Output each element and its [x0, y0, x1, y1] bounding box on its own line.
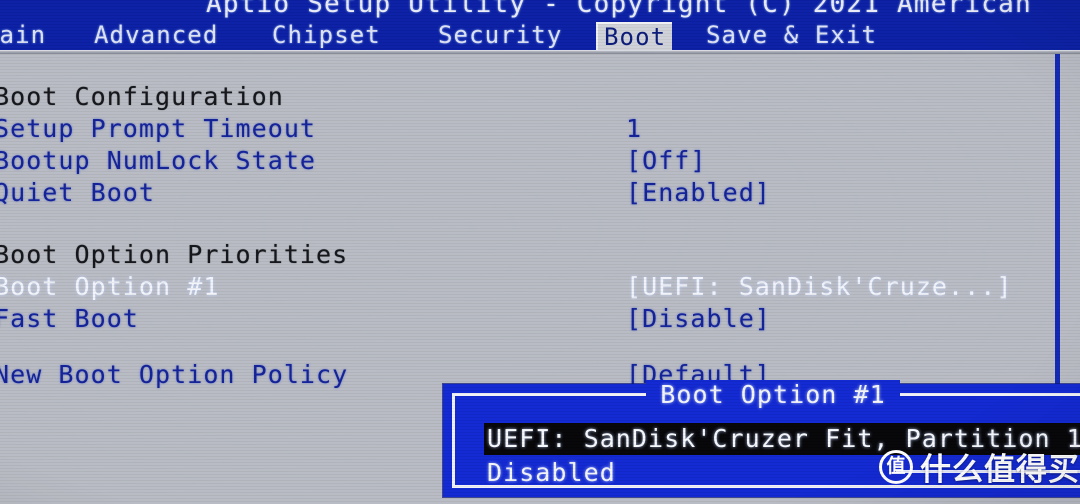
tab-main[interactable]: Main: [0, 22, 52, 50]
dialog-option-disabled[interactable]: Disabled: [487, 458, 616, 487]
row-label: Quiet Boot: [0, 178, 156, 207]
tab-save-exit[interactable]: Save & Exit: [700, 22, 883, 50]
section-label: Boot Option Priorities: [0, 240, 349, 269]
row-value[interactable]: [Off]: [626, 146, 707, 175]
dialog-title: Boot Option #1: [646, 379, 900, 409]
row-label: Bootup NumLock State: [0, 146, 317, 175]
dialog-title-wrap: Boot Option #1: [455, 379, 1080, 411]
tab-advanced[interactable]: Advanced: [88, 22, 224, 50]
dialog-option-uefi-sandisk[interactable]: UEFI: SanDisk'Cruzer Fit, Partition 1: [487, 424, 1080, 453]
row-value[interactable]: 1: [626, 114, 642, 143]
row-label: New Boot Option Policy: [0, 360, 349, 389]
row-value[interactable]: [Disable]: [626, 304, 771, 333]
tab-chipset[interactable]: Chipset: [266, 22, 387, 50]
row-label: Fast Boot: [0, 304, 139, 333]
bios-title-bar: Aptio Setup Utility - Copyright (C) 2021…: [0, 0, 1080, 20]
row-label: Setup Prompt Timeout: [0, 114, 317, 143]
boot-option-1-dialog[interactable]: Boot Option #1 UEFI: SanDisk'Cruzer Fit,…: [443, 379, 1080, 497]
section-label: Boot Configuration: [0, 82, 284, 111]
tab-security[interactable]: Security: [432, 22, 568, 50]
row-value[interactable]: [UEFI: SanDisk'Cruze...]: [626, 272, 1012, 301]
bios-title-text: Aptio Setup Utility - Copyright (C) 2021…: [206, 0, 1032, 19]
tab-boot[interactable]: Boot: [596, 22, 673, 51]
row-label: Boot Option #1: [0, 272, 220, 301]
menu-bar: Main Advanced Chipset Security Boot Save…: [0, 20, 1080, 51]
row-value[interactable]: [Enabled]: [626, 178, 771, 207]
bios-setup-screen: Aptio Setup Utility - Copyright (C) 2021…: [0, 0, 1080, 504]
dialog-frame: Boot Option #1 UEFI: SanDisk'Cruzer Fit,…: [452, 379, 1080, 488]
